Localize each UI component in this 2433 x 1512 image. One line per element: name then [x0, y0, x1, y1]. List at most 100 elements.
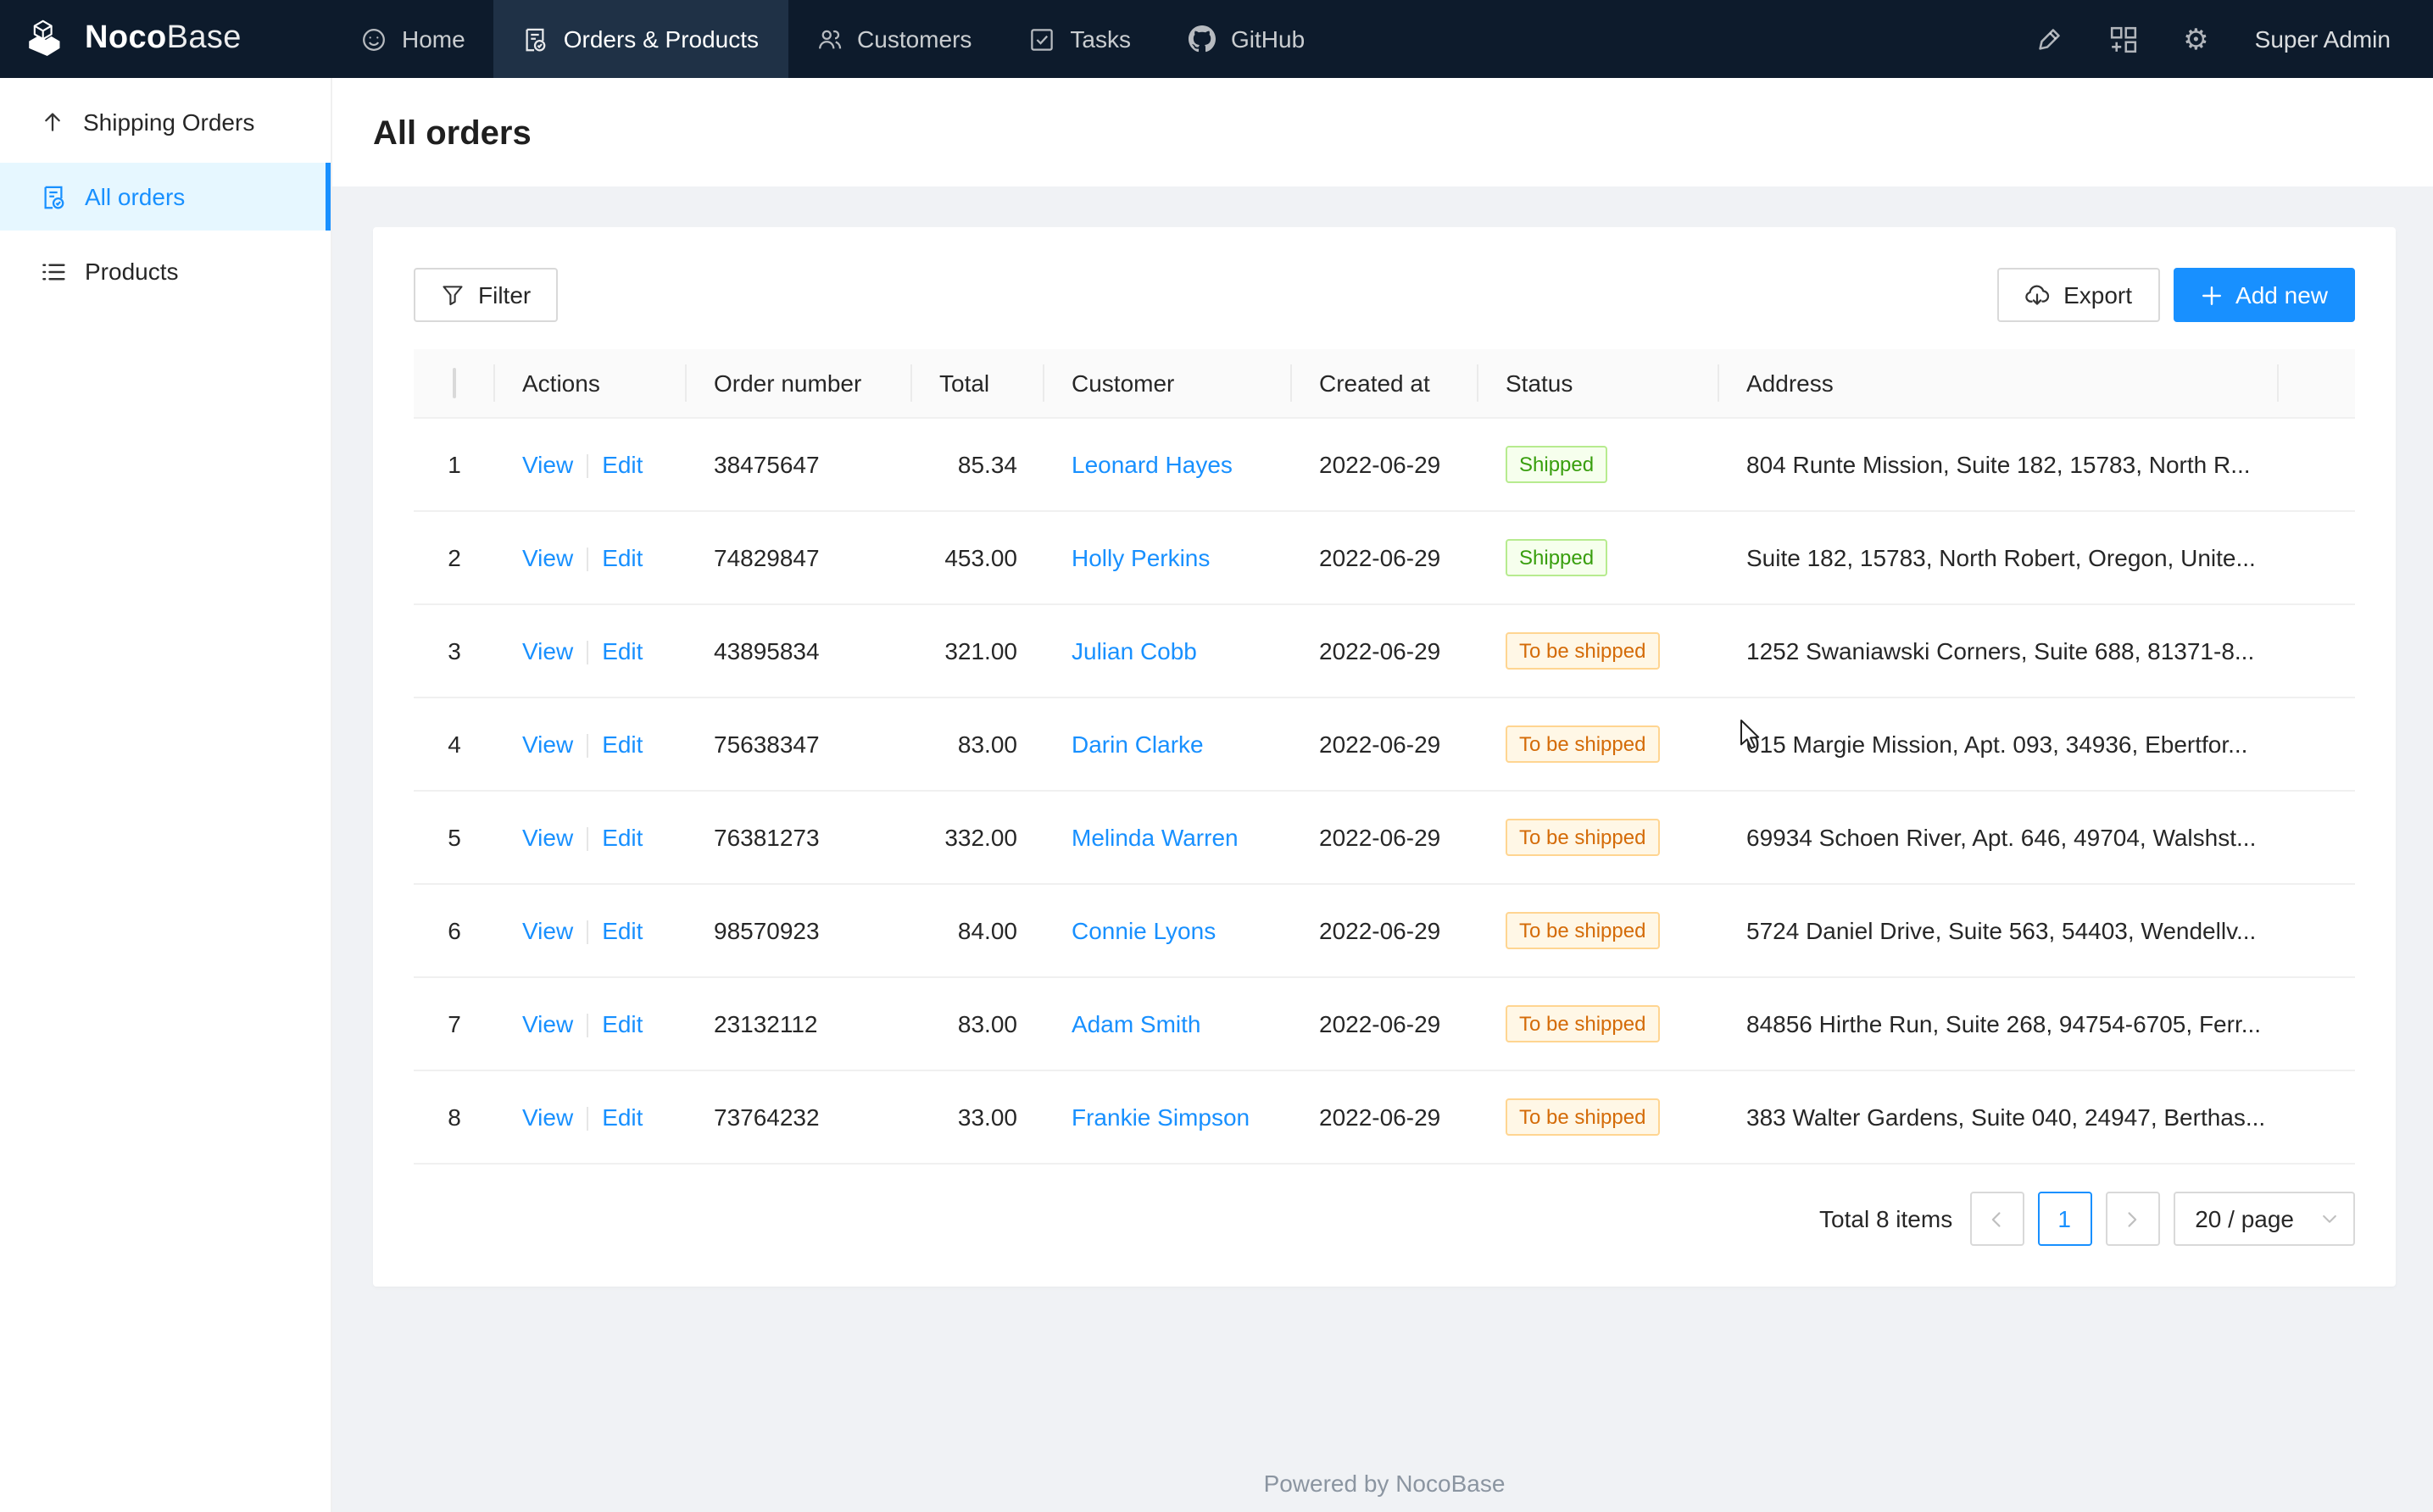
column-header-status: Status [1478, 349, 1719, 418]
status-cell: To be shipped [1478, 604, 1719, 698]
nocobase-logo-icon [22, 16, 70, 62]
top-nav-tabs: Home Orders & Products [332, 0, 1333, 78]
tab-label: Home [402, 25, 465, 53]
address-cell: 804 Runte Mission, Suite 182, 15783, Nor… [1719, 418, 2279, 511]
pagination-next-button[interactable] [2105, 1192, 2159, 1246]
orders-card: Filter Export [373, 227, 2396, 1287]
ui-editor-highlighter-icon[interactable] [2034, 25, 2063, 53]
tab-home[interactable]: Home [332, 0, 494, 78]
pagination-total: Total 8 items [1819, 1205, 1952, 1232]
view-link[interactable]: View [522, 824, 573, 851]
customer-link[interactable]: Holly Perkins [1072, 544, 1210, 571]
edit-link[interactable]: Edit [602, 451, 643, 478]
orders-table: Actions Order number Total Customer Crea… [414, 349, 2355, 1165]
add-new-button[interactable]: Add new [2173, 268, 2355, 322]
settings-gear-icon[interactable]: ⚙ [2183, 25, 2209, 53]
address-cell: 015 Margie Mission, Apt. 093, 34936, Ebe… [1719, 698, 2279, 791]
status-cell: To be shipped [1478, 977, 1719, 1070]
status-badge: Shipped [1506, 446, 1607, 483]
tab-orders-products[interactable]: Orders & Products [494, 0, 788, 78]
view-link[interactable]: View [522, 451, 573, 478]
actions-divider [587, 1107, 588, 1131]
sidebar-item-shipping-orders[interactable]: Shipping Orders [0, 88, 331, 156]
view-link[interactable]: View [522, 917, 573, 944]
sidebar-item-all-orders[interactable]: All orders [0, 163, 331, 231]
pagination: Total 8 items 1 [414, 1192, 2355, 1246]
view-link[interactable]: View [522, 1010, 573, 1037]
edit-link[interactable]: Edit [602, 917, 643, 944]
customer-link[interactable]: Frankie Simpson [1072, 1103, 1250, 1131]
page-size-select[interactable]: 20 / page [2173, 1192, 2355, 1246]
plugin-blocks-icon[interactable] [2108, 25, 2137, 53]
view-link[interactable]: View [522, 731, 573, 758]
customer-link[interactable]: Julian Cobb [1072, 637, 1197, 664]
status-cell: To be shipped [1478, 1070, 1719, 1164]
status-badge: To be shipped [1506, 632, 1659, 670]
check-square-icon [1029, 26, 1055, 52]
edit-link[interactable]: Edit [602, 637, 643, 664]
customer-cell: Melinda Warren [1044, 791, 1292, 884]
select-all-header [414, 349, 495, 418]
row-actions: View Edit [495, 884, 687, 977]
order-number-cell: 98570923 [687, 884, 912, 977]
status-badge: To be shipped [1506, 819, 1659, 856]
customer-link[interactable]: Connie Lyons [1072, 917, 1216, 944]
edit-link[interactable]: Edit [602, 1010, 643, 1037]
app-viewport: NocoBase Home [0, 0, 2433, 1512]
filler-cell [2279, 418, 2355, 511]
edit-link[interactable]: Edit [602, 731, 643, 758]
topbar-actions: ⚙ Super Admin [2034, 0, 2433, 78]
view-link[interactable]: View [522, 637, 573, 664]
content-area: Filter Export [332, 186, 2433, 1512]
tab-tasks[interactable]: Tasks [1000, 0, 1160, 78]
filter-button[interactable]: Filter [414, 268, 558, 322]
tab-github[interactable]: GitHub [1160, 0, 1333, 78]
view-link[interactable]: View [522, 544, 573, 571]
table-row: 1 ViewEdit 38475647 85.34 Leonard Hayes … [414, 418, 2355, 511]
filler-cell [2279, 791, 2355, 884]
tab-label: Customers [857, 25, 972, 53]
created-at-cell: 2022-06-29 [1292, 977, 1478, 1070]
customer-link[interactable]: Adam Smith [1072, 1010, 1201, 1037]
export-button[interactable]: Export [1997, 268, 2159, 322]
total-cell: 33.00 [912, 1070, 1044, 1164]
customer-cell: Julian Cobb [1044, 604, 1292, 698]
select-all-checkbox[interactable] [453, 368, 456, 398]
order-number-cell: 23132112 [687, 977, 912, 1070]
address-cell: 1252 Swaniawski Corners, Suite 688, 8137… [1719, 604, 2279, 698]
pagination-page-1[interactable]: 1 [2037, 1192, 2091, 1246]
file-check-icon [41, 184, 66, 209]
column-header-filler [2279, 349, 2355, 418]
view-link[interactable]: View [522, 1103, 573, 1131]
actions-divider [587, 827, 588, 851]
filler-cell [2279, 698, 2355, 791]
actions-divider [587, 920, 588, 944]
column-header-customer: Customer [1044, 349, 1292, 418]
table-header-row: Actions Order number Total Customer Crea… [414, 349, 2355, 418]
page-title: All orders [373, 110, 2392, 158]
status-badge: To be shipped [1506, 1098, 1659, 1136]
edit-link[interactable]: Edit [602, 1103, 643, 1131]
order-number-cell: 74829847 [687, 511, 912, 604]
row-actions: View Edit [495, 604, 687, 698]
user-menu[interactable]: Super Admin [2255, 25, 2391, 53]
address-cell: 383 Walter Gardens, Suite 040, 24947, Be… [1719, 1070, 2279, 1164]
pagination-prev-button[interactable] [1969, 1192, 2024, 1246]
table-row: 5 ViewEdit 76381273 332.00 Melinda Warre… [414, 791, 2355, 884]
nocobase-logo[interactable]: NocoBase [0, 0, 332, 78]
page-size-value: 20 / page [2195, 1205, 2294, 1232]
sidebar-item-products[interactable]: Products [0, 237, 331, 305]
chevron-left-icon [1987, 1209, 2006, 1228]
status-badge: To be shipped [1506, 912, 1659, 949]
edit-link[interactable]: Edit [602, 544, 643, 571]
row-index: 6 [414, 884, 495, 977]
column-header-total: Total [912, 349, 1044, 418]
edit-link[interactable]: Edit [602, 824, 643, 851]
customer-link[interactable]: Melinda Warren [1072, 824, 1239, 851]
actions-divider [587, 454, 588, 478]
customer-link[interactable]: Darin Clarke [1072, 731, 1204, 758]
address-cell: Suite 182, 15783, North Robert, Oregon, … [1719, 511, 2279, 604]
table-row: 2 ViewEdit 74829847 453.00 Holly Perkins… [414, 511, 2355, 604]
customer-link[interactable]: Leonard Hayes [1072, 451, 1233, 478]
tab-customers[interactable]: Customers [788, 0, 1000, 78]
